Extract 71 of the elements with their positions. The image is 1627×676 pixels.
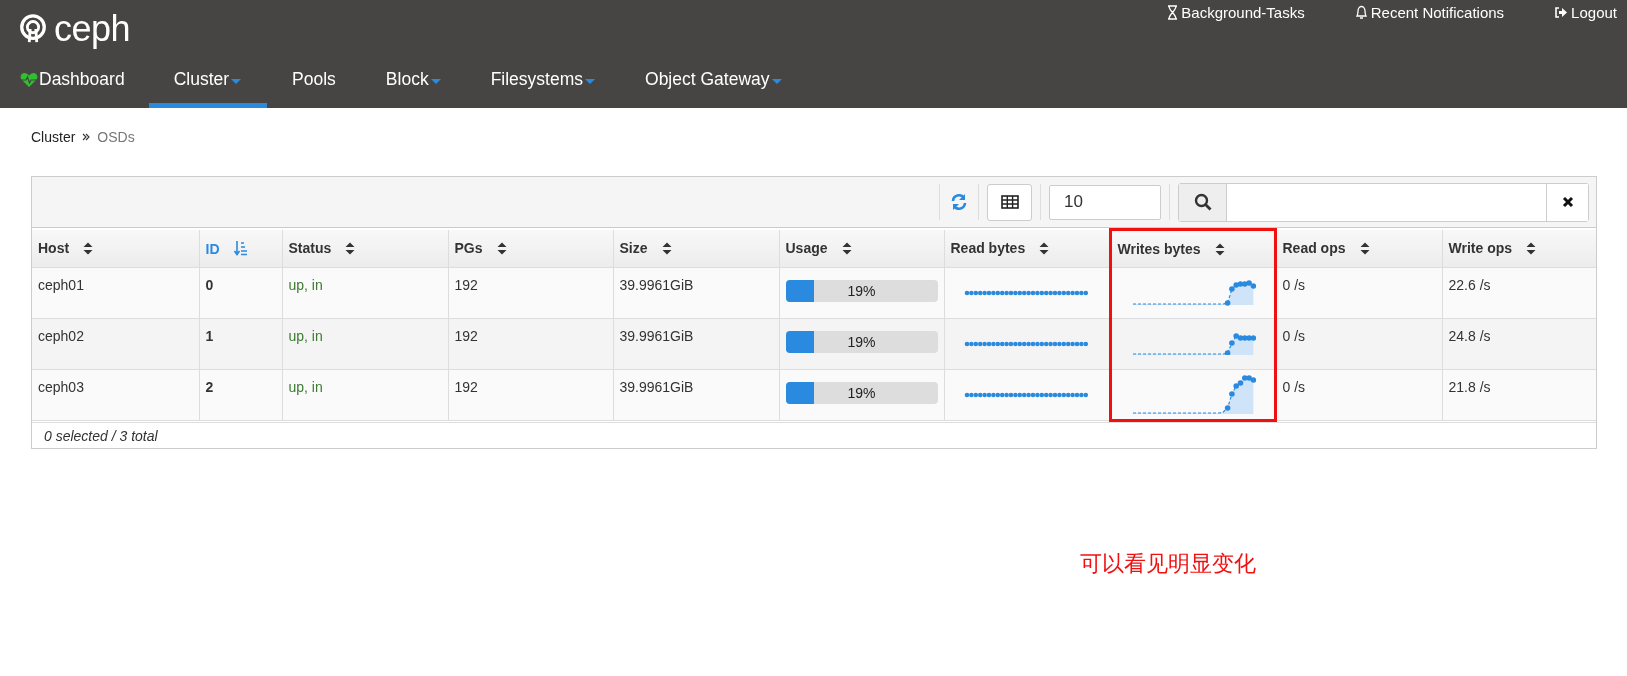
sort-descending-icon: [233, 239, 248, 256]
status-text: up, in: [288, 328, 323, 344]
bell-icon: [1354, 5, 1368, 20]
table-cell: 21.8 /s: [1448, 379, 1491, 395]
breadcrumb-separator-icon: [82, 133, 91, 141]
close-icon: [1561, 196, 1574, 208]
usage-reading: 19%: [846, 384, 877, 403]
column-header[interactable]: Host: [32, 229, 199, 268]
nav-tab[interactable]: Pools: [267, 56, 386, 108]
table-cell: 39.9961GiB: [619, 328, 694, 344]
search-field[interactable]: [1178, 182, 1589, 222]
table-cell: ceph02: [38, 328, 84, 344]
column-header[interactable]: PGs: [448, 229, 613, 268]
top-link[interactable]: Background-Tasks: [1167, 4, 1305, 21]
table-cell: 39.9961GiB: [619, 379, 694, 395]
nav-tab[interactable]: Object Gateway: [645, 56, 792, 108]
column-header[interactable]: Read ops: [1275, 229, 1442, 268]
table-cell: ceph03: [38, 379, 84, 395]
table-grid-icon: [1000, 195, 1019, 209]
table-cell: 0 /s: [1282, 277, 1306, 293]
brand-name[interactable]: ceph: [54, 11, 131, 47]
heart-pulse-icon: [20, 71, 38, 88]
table-cell: 0 /s: [1282, 328, 1306, 344]
column-header[interactable]: Status: [282, 229, 448, 268]
table-cell: 192: [454, 379, 478, 395]
nav-tab[interactable]: Cluster: [148, 56, 268, 108]
sort-icon: [1526, 242, 1537, 256]
nav-tab[interactable]: Filesystems: [490, 56, 645, 108]
sort-icon: [1214, 243, 1225, 256]
usage-reading: 19%: [846, 333, 877, 352]
logout-icon: [1554, 6, 1569, 19]
column-header[interactable]: Read bytes: [944, 229, 1110, 268]
table-cell: 2: [205, 379, 214, 395]
breadcrumb-link[interactable]: Cluster: [31, 129, 76, 145]
column-header[interactable]: Usage: [779, 229, 944, 268]
refresh-icon: [950, 193, 968, 211]
nav-tab[interactable]: Dashboard: [18, 56, 149, 108]
annotation-text: 可以看见明显变化: [1080, 551, 1256, 576]
usage-reading: 19%: [846, 282, 877, 301]
columns-button[interactable]: [987, 183, 1032, 221]
sort-icon: [345, 242, 356, 256]
ceph-logo-icon: [18, 14, 48, 44]
page-size-field[interactable]: 10: [1049, 184, 1161, 220]
sort-icon: [1359, 242, 1370, 256]
nav-tab[interactable]: Block: [385, 56, 491, 108]
sort-icon: [496, 242, 507, 256]
table-cell: 192: [454, 328, 478, 344]
table-cell: 192: [454, 277, 478, 293]
column-header[interactable]: Writes bytes: [1110, 229, 1275, 268]
table-cell: 39.9961GiB: [619, 277, 694, 293]
selection-count: 0 selected / 3 total: [44, 427, 158, 444]
table-cell: 24.8 /s: [1448, 328, 1491, 344]
top-link[interactable]: Recent Notifications: [1354, 4, 1505, 21]
table-cell: 0: [205, 277, 214, 293]
table-cell: 1: [205, 328, 214, 344]
sort-icon: [661, 242, 672, 256]
status-text: up, in: [288, 379, 323, 395]
hourglass-icon: [1167, 5, 1179, 20]
clear-button[interactable]: [1546, 183, 1588, 221]
sort-icon: [841, 242, 852, 256]
sort-icon: [83, 242, 94, 256]
sort-icon: [1039, 242, 1050, 256]
table-cell: 0 /s: [1282, 379, 1306, 395]
column-header[interactable]: Write ops: [1442, 229, 1596, 268]
table-cell: 22.6 /s: [1448, 277, 1491, 293]
breadcrumb-current: OSDs: [97, 129, 135, 145]
top-link[interactable]: Logout: [1554, 4, 1617, 21]
search-icon: [1193, 193, 1212, 211]
table-cell: ceph01: [38, 277, 84, 293]
status-text: up, in: [288, 277, 323, 293]
column-header[interactable]: Size: [613, 229, 779, 268]
